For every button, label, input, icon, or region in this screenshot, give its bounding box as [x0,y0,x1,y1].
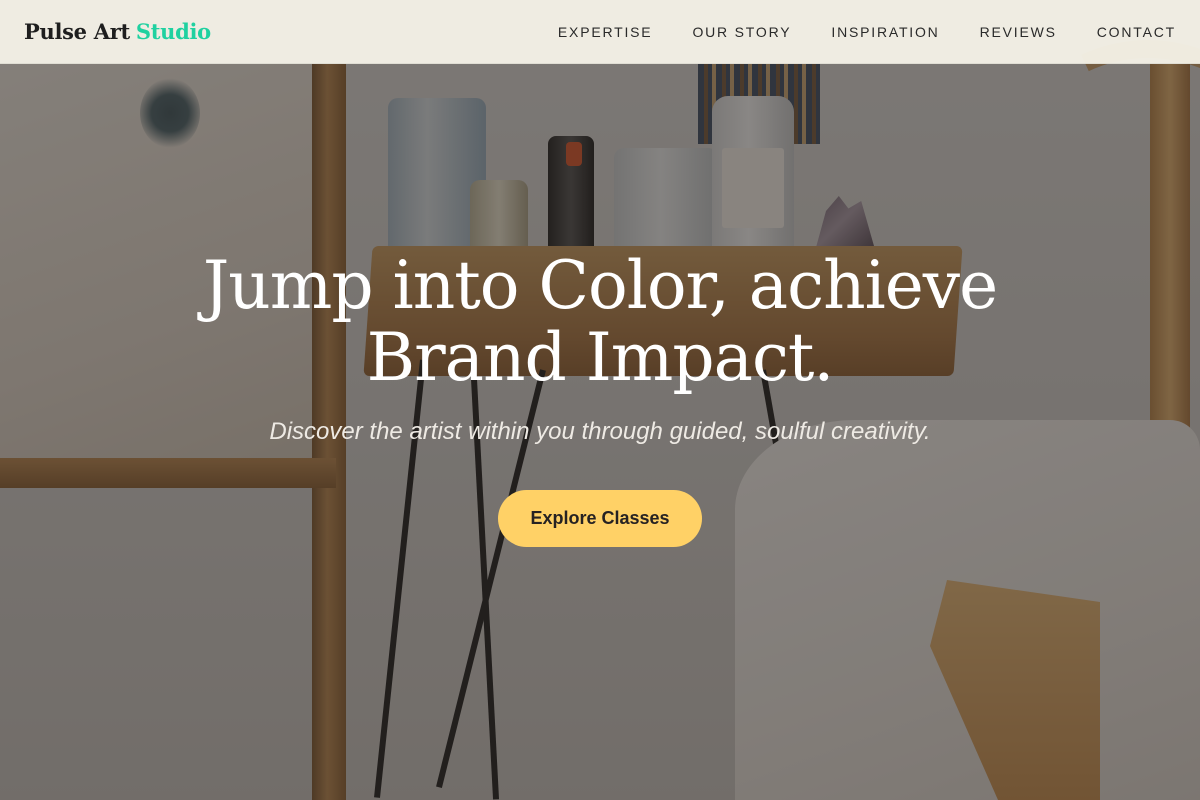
navbar: Pulse Art Studio EXPERTISE OUR STORY INS… [0,0,1200,64]
page: Pulse Art Studio EXPERTISE OUR STORY INS… [0,0,1200,800]
nav-link-inspiration[interactable]: INSPIRATION [831,24,939,40]
nav-links: EXPERTISE OUR STORY INSPIRATION REVIEWS … [558,24,1176,40]
hero-title: Jump into Color, achieve Brand Impact. [202,247,998,396]
explore-classes-button[interactable]: Explore Classes [498,490,702,547]
nav-link-contact[interactable]: CONTACT [1097,24,1176,40]
hero-subtitle: Discover the artist within you through g… [269,418,931,445]
hero-section: Jump into Color, achieve Brand Impact. D… [0,250,1200,547]
nav-link-reviews[interactable]: REVIEWS [980,24,1057,40]
nav-link-expertise[interactable]: EXPERTISE [558,24,653,40]
brand-accent: Studio [135,19,211,44]
brand-name: Pulse Art [24,19,130,44]
nav-link-our-story[interactable]: OUR STORY [692,24,791,40]
brand-logo[interactable]: Pulse Art Studio [24,19,211,44]
